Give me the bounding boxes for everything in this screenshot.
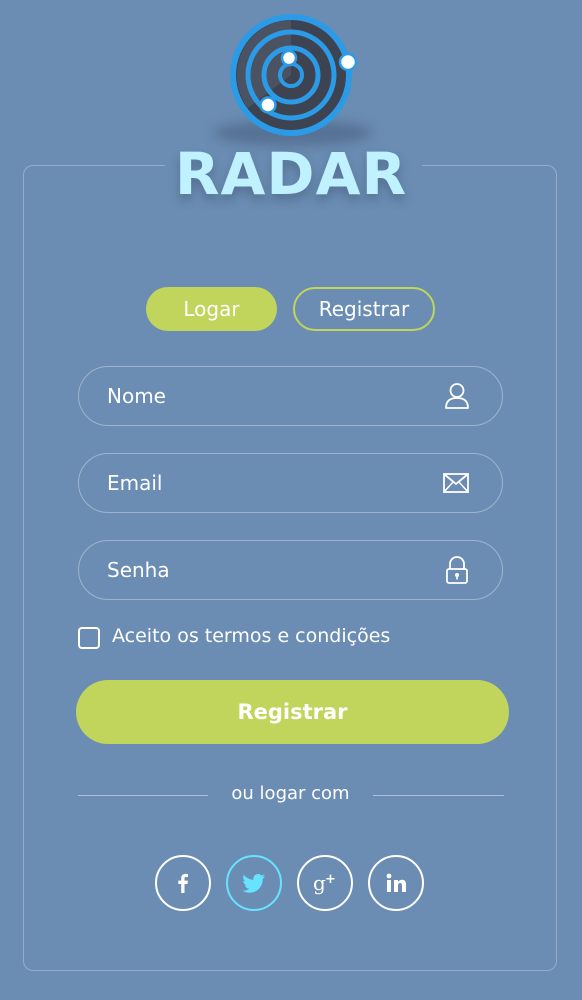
facebook-button[interactable] — [155, 855, 211, 911]
google-plus-button[interactable]: g + — [297, 855, 353, 911]
linkedin-button[interactable] — [368, 855, 424, 911]
user-icon — [445, 383, 469, 409]
register-button[interactable]: Registrar — [76, 680, 509, 744]
google-plus-icon: g + — [313, 871, 336, 895]
twitter-icon — [242, 874, 265, 893]
radar-icon — [230, 14, 358, 136]
divider-line-right — [373, 795, 504, 796]
email-input[interactable] — [107, 454, 437, 511]
linkedin-icon — [386, 873, 406, 892]
tab-register[interactable]: Registrar — [293, 287, 435, 331]
terms-label: Aceito os termos e condições — [112, 625, 391, 647]
logo: RADAR — [0, 0, 582, 210]
facebook-icon — [178, 873, 188, 893]
divider-line-left — [78, 795, 208, 796]
envelope-icon — [443, 473, 469, 493]
name-input[interactable] — [107, 367, 437, 424]
password-field — [78, 540, 503, 600]
twitter-button[interactable] — [226, 855, 282, 911]
svg-text:+: + — [325, 872, 336, 887]
email-field — [78, 453, 503, 513]
name-field — [78, 366, 503, 426]
lock-icon — [446, 556, 468, 584]
terms-checkbox[interactable] — [78, 627, 100, 649]
divider-text: ou logar com — [231, 783, 350, 804]
brand-title: RADAR — [174, 140, 408, 208]
tab-login[interactable]: Logar — [146, 287, 277, 331]
password-input[interactable] — [107, 541, 437, 598]
